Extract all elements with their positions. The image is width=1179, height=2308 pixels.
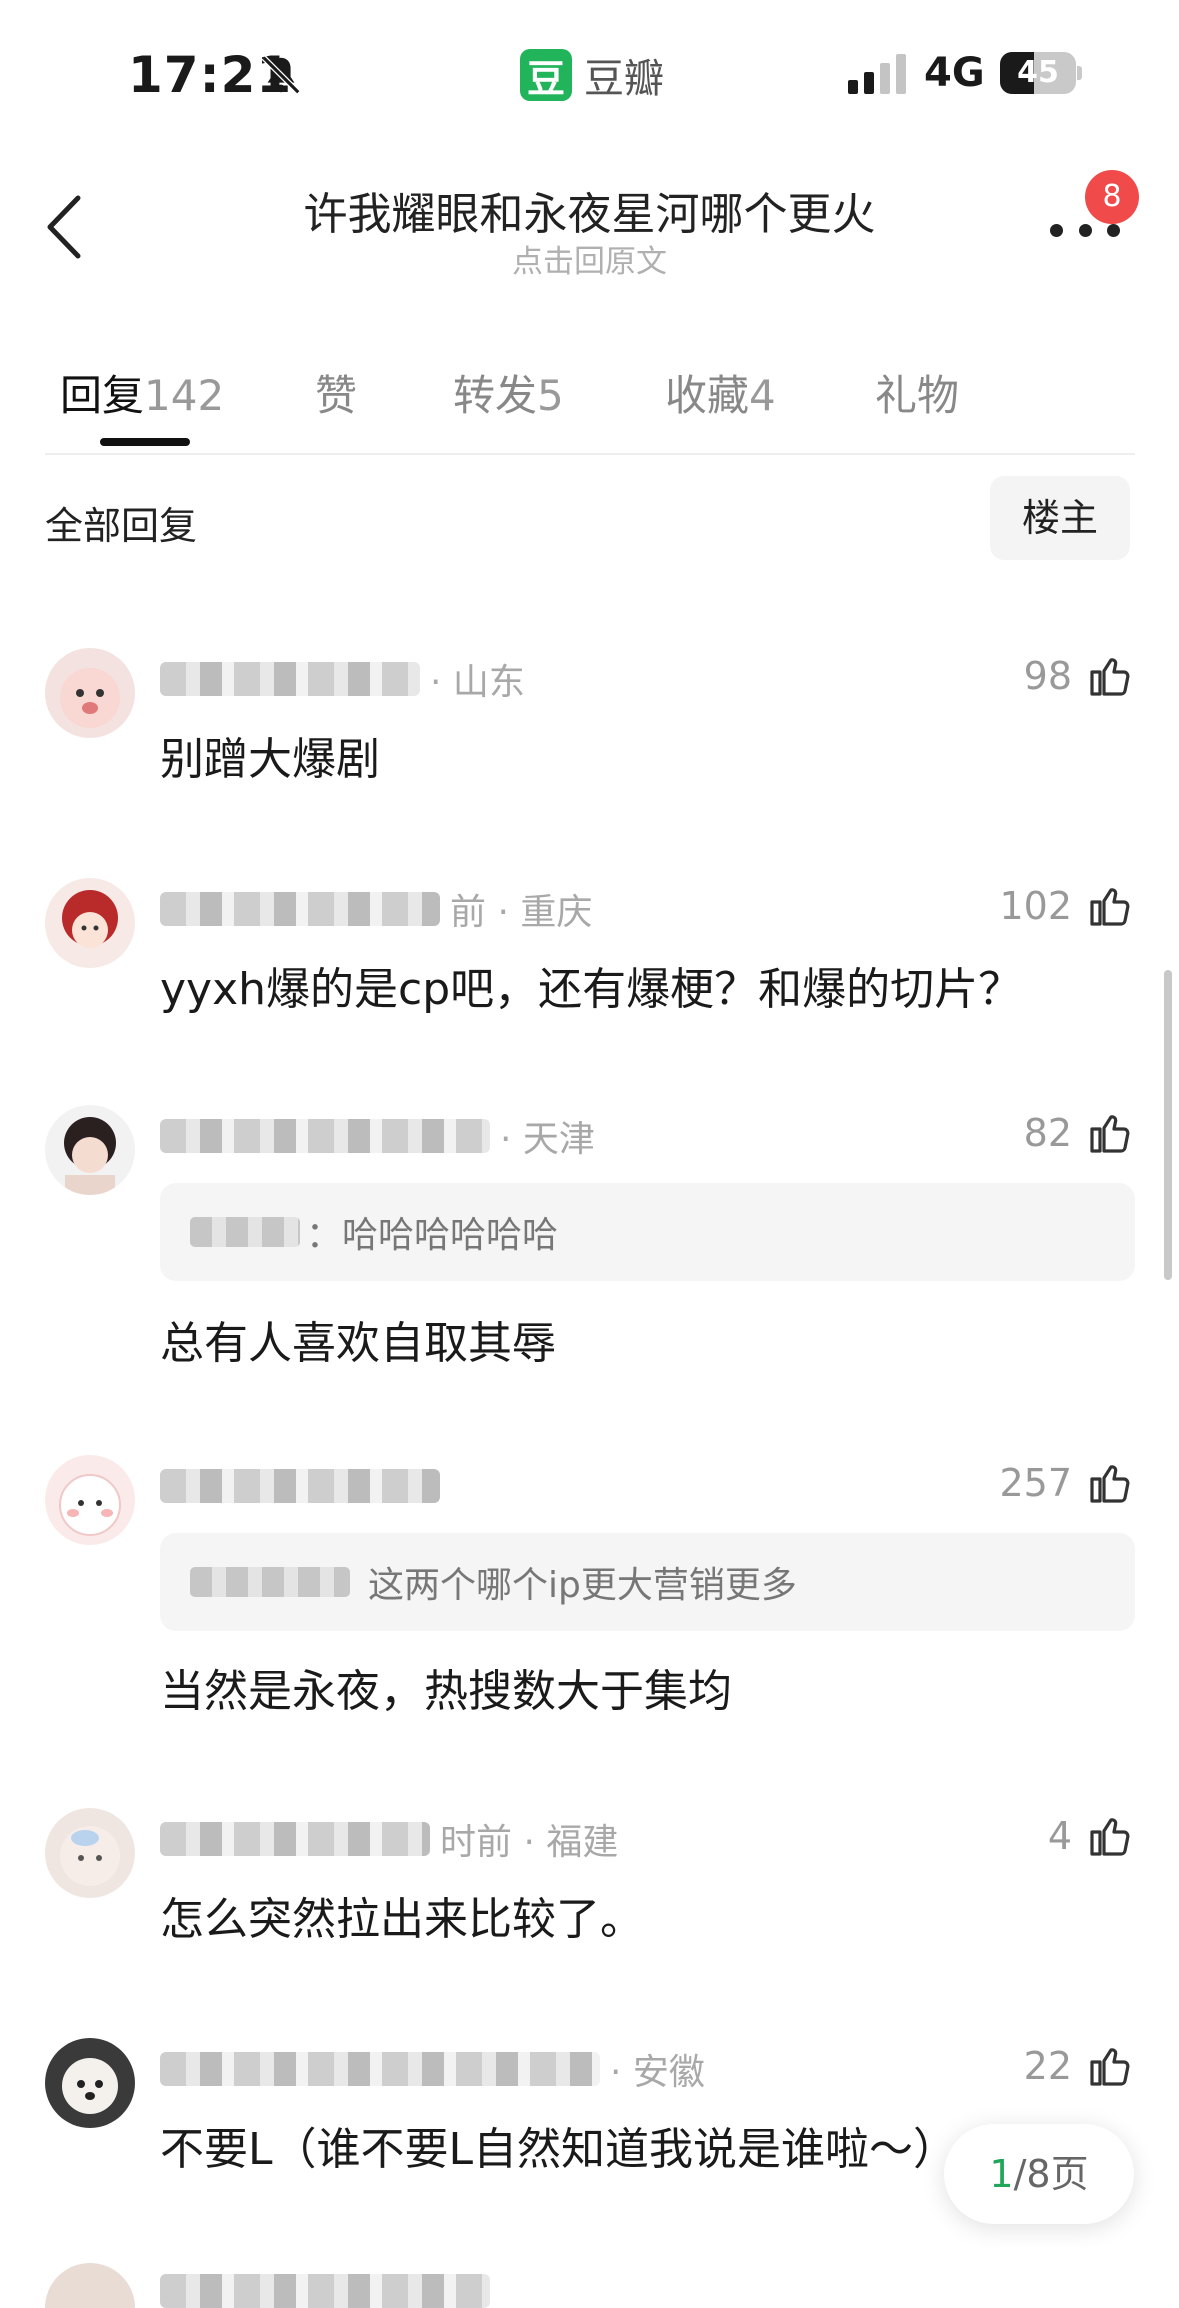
status-bar: 17:21 豆 豆瓣 4G 45	[0, 0, 1179, 150]
comment-meta	[160, 1461, 450, 1511]
quoted-username-blurred	[190, 1217, 300, 1247]
comment-meta: · 安徽	[160, 2044, 705, 2094]
like-count: 4	[1047, 1814, 1072, 1858]
like-control[interactable]: 98	[1024, 652, 1134, 700]
comment-meta: · 天津	[160, 1111, 595, 1161]
scrollbar[interactable]	[1164, 970, 1172, 1280]
comment-location: · 安徽	[610, 2052, 705, 2093]
like-control[interactable]: 257	[999, 1459, 1134, 1507]
like-count: 22	[1023, 2044, 1072, 2088]
avatar[interactable]	[45, 1455, 135, 1545]
active-tab-indicator	[100, 438, 190, 446]
quoted-reply[interactable]: 这两个哪个ip更大营销更多	[160, 1533, 1135, 1631]
op-only-button[interactable]: 楼主	[990, 476, 1130, 560]
quoted-username-blurred	[190, 1567, 350, 1597]
username-blurred[interactable]	[160, 892, 440, 926]
avatar[interactable]	[45, 2262, 135, 2308]
nav-bar: 许我耀眼和永夜星河哪个更火 点击回原文 8	[0, 170, 1179, 280]
like-control[interactable]: 4	[1048, 1812, 1134, 1860]
tab-label: 赞	[315, 371, 358, 420]
avatar[interactable]	[45, 878, 135, 968]
like-count: 98	[1023, 654, 1072, 698]
current-page: 1	[989, 2152, 1014, 2196]
comment-location: · 天津	[500, 1119, 595, 1160]
username-blurred[interactable]	[160, 1469, 440, 1503]
avatar[interactable]	[45, 1105, 135, 1195]
notification-badge: 8	[1085, 170, 1139, 224]
battery-icon: 45	[1000, 52, 1082, 94]
comment-text[interactable]: 怎么突然拉出来比较了。	[160, 1883, 644, 1947]
comment-meta: 前 · 重庆	[160, 884, 592, 934]
comment-text[interactable]: yyxh爆的是cp吧，还有爆梗？和爆的切片？	[160, 953, 1022, 1017]
username-blurred[interactable]	[160, 1119, 490, 1153]
like-count: 257	[999, 1461, 1072, 1505]
like-control[interactable]: 22	[1024, 2042, 1134, 2090]
username-blurred[interactable]	[160, 2274, 490, 2308]
comment-text[interactable]: 总有人喜欢自取其辱	[160, 1307, 556, 1371]
divider	[45, 453, 1135, 455]
quoted-reply[interactable]: ：哈哈哈哈哈哈	[160, 1183, 1135, 1281]
comment-text[interactable]: 当然是永夜，热搜数大于集均	[160, 1655, 732, 1719]
tab-label: 回复	[60, 371, 145, 420]
thumbs-up-icon[interactable]	[1086, 1812, 1134, 1860]
like-control[interactable]: 82	[1024, 1109, 1134, 1157]
tab-bar: 回复142 赞 转发5 收藏4 礼物	[45, 352, 1135, 452]
thumbs-up-icon[interactable]	[1086, 1109, 1134, 1157]
avatar[interactable]	[45, 1808, 135, 1898]
tab-label: 收藏	[665, 371, 750, 420]
app-name: 豆瓣	[584, 56, 664, 102]
thumbs-up-icon[interactable]	[1086, 2042, 1134, 2090]
comment-location: 时前 · 福建	[440, 1822, 619, 1863]
app-indicator: 豆 豆瓣	[520, 46, 664, 104]
tab-likes[interactable]: 赞	[315, 362, 357, 423]
thumbs-up-icon[interactable]	[1086, 882, 1134, 930]
comment-text[interactable]: 别蹭大爆剧	[160, 723, 380, 787]
signal-icon	[848, 54, 906, 94]
like-control[interactable]: 102	[999, 882, 1134, 930]
tab-label: 转发	[453, 371, 538, 420]
total-pages: /8页	[1013, 2152, 1089, 2196]
bell-slash-icon	[261, 55, 301, 95]
avatar[interactable]	[45, 2038, 135, 2128]
douban-logo-icon: 豆	[520, 49, 572, 101]
tab-count: 4	[749, 371, 776, 420]
tab-replies[interactable]: 回复142	[60, 362, 224, 423]
like-count: 82	[1023, 1111, 1072, 1155]
quoted-text: ：哈哈哈哈哈哈	[306, 1215, 559, 1256]
back-to-original-link[interactable]: 点击回原文	[0, 236, 1179, 281]
username-blurred[interactable]	[160, 1822, 430, 1856]
comment-meta: 时前 · 福建	[160, 1814, 618, 1864]
avatar[interactable]	[45, 648, 135, 738]
all-replies-label[interactable]: 全部回复	[45, 495, 197, 550]
thumbs-up-icon[interactable]	[1086, 1459, 1134, 1507]
like-count: 102	[999, 884, 1072, 928]
tab-gifts[interactable]: 礼物	[875, 362, 959, 423]
comment-location: · 山东	[430, 662, 525, 703]
comment-meta: · 山东	[160, 654, 525, 704]
battery-percent: 45	[1017, 55, 1059, 90]
username-blurred[interactable]	[160, 662, 420, 696]
tab-reposts[interactable]: 转发5	[453, 362, 564, 423]
comment-location: 前 · 重庆	[450, 892, 593, 933]
page-indicator[interactable]: 1/8页	[944, 2124, 1134, 2224]
username-blurred[interactable]	[160, 2052, 600, 2086]
tab-label: 礼物	[875, 371, 960, 420]
thumbs-up-icon[interactable]	[1086, 652, 1134, 700]
network-type: 4G	[924, 50, 985, 96]
page-title[interactable]: 许我耀眼和永夜星河哪个更火	[0, 178, 1179, 242]
tab-count: 142	[144, 371, 225, 420]
quoted-text: 这两个哪个ip更大营销更多	[368, 1565, 797, 1606]
comment-text[interactable]: 不要L（谁不要L自然知道我说是谁啦～）	[160, 2113, 957, 2177]
tab-collections[interactable]: 收藏4	[665, 362, 776, 423]
tab-count: 5	[537, 371, 564, 420]
